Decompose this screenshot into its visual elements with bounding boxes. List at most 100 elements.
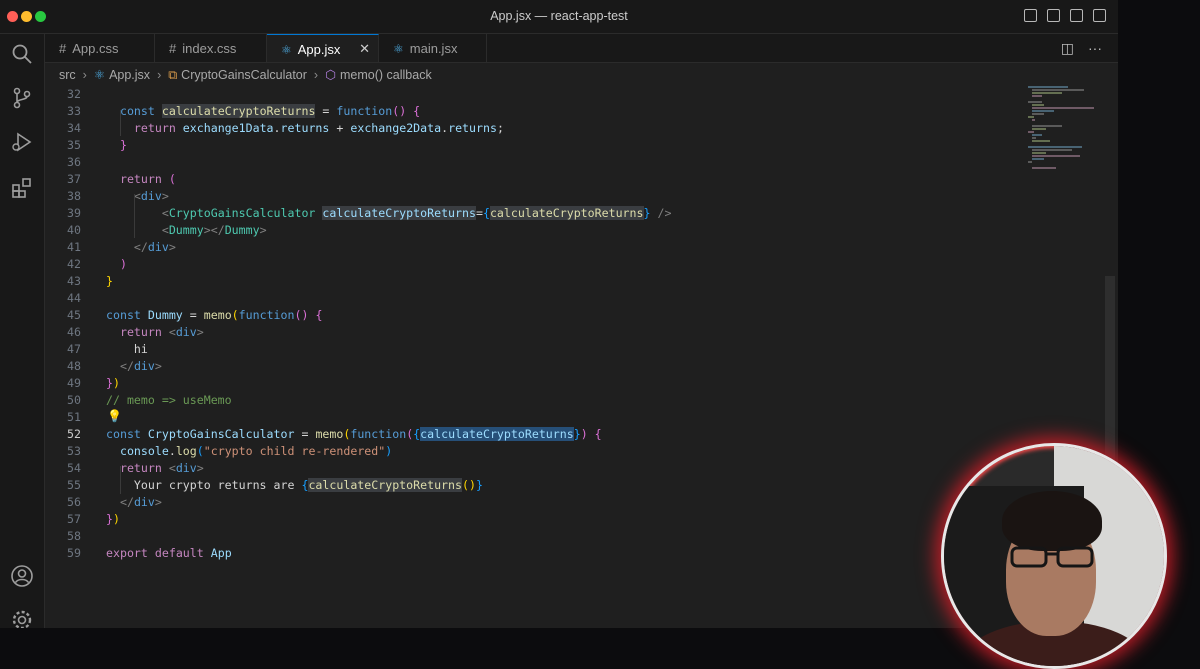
- tab-label: App.css: [72, 41, 119, 56]
- code-line: 50// memo => useMemo: [67, 393, 232, 407]
- code-line: 58: [67, 529, 81, 543]
- code-line: 42 ): [67, 257, 127, 271]
- minimap-line: [1032, 155, 1080, 157]
- code-line: 36: [67, 155, 81, 169]
- code-line: 48 </div>: [67, 359, 162, 373]
- breadcrumb-item-callback[interactable]: memo() callback: [340, 68, 432, 82]
- code-line-current: 52 const CryptoGainsCalculator = memo(fun…: [67, 427, 602, 441]
- minimap-line: [1032, 95, 1042, 97]
- code-line: 32: [67, 87, 81, 101]
- close-tab-icon[interactable]: ✕: [359, 41, 370, 57]
- code-line: 55 Your crypto returns are {calculateCry…: [67, 478, 483, 492]
- css-file-icon: #: [169, 41, 177, 56]
- code-line: 57}): [67, 512, 120, 526]
- minimap-line: [1032, 104, 1044, 106]
- minimap-line: [1032, 110, 1054, 112]
- css-file-icon: #: [59, 41, 67, 56]
- code-line: 37 return (: [67, 172, 176, 186]
- minimap-line: [1032, 125, 1062, 127]
- symbol-method-icon: ⬡: [325, 68, 337, 82]
- tab-app-jsx[interactable]: ⚛ App.jsx ✕: [267, 34, 379, 62]
- react-file-icon: ⚛: [393, 42, 404, 56]
- code-line: 53 console.log("crypto child re-rendered…: [67, 444, 393, 458]
- editor-actions: ◫ ···: [1061, 40, 1102, 57]
- more-actions-icon[interactable]: ···: [1088, 40, 1102, 57]
- run-debug-icon[interactable]: [10, 130, 34, 154]
- code-line: 49}): [67, 376, 120, 390]
- minimap-line: [1032, 107, 1094, 109]
- chevron-right-icon: ›: [82, 68, 87, 82]
- minimap-line: [1032, 134, 1042, 136]
- minimap-line: [1028, 86, 1068, 88]
- indent-guide: [120, 466, 121, 494]
- toggle-panel-icon[interactable]: [1047, 9, 1060, 22]
- editor-tabs: # App.css # index.css ⚛ App.jsx ✕ ⚛ main.jsx…: [45, 34, 1118, 63]
- react-file-icon: ⚛: [93, 68, 106, 82]
- chevron-right-icon: ›: [157, 68, 162, 82]
- tab-app-css[interactable]: # App.css: [45, 34, 155, 62]
- minimap-line: [1028, 146, 1082, 148]
- minimap-line: [1032, 137, 1036, 139]
- minimap-line: [1032, 152, 1046, 154]
- settings-icon[interactable]: [10, 608, 34, 628]
- breadcrumb-item-symbol[interactable]: CryptoGainsCalculator: [181, 68, 307, 82]
- code-line: 54 return <div>: [67, 461, 204, 475]
- code-line: 38 <div>: [67, 189, 169, 203]
- code-line: 40 <Dummy></Dummy>: [67, 223, 267, 237]
- code-line: 44: [67, 291, 81, 305]
- tab-label: index.css: [182, 41, 237, 56]
- minimap-line: [1032, 113, 1044, 115]
- toggle-primary-sidebar-icon[interactable]: [1024, 9, 1037, 22]
- code-line: 41 </div>: [67, 240, 176, 254]
- code-line: 56 </div>: [67, 495, 162, 509]
- indent-guide: [134, 194, 135, 238]
- toggle-secondary-sidebar-icon[interactable]: [1070, 9, 1083, 22]
- activity-bar: [0, 34, 45, 628]
- explorer-icon[interactable]: [10, 42, 34, 66]
- tab-main-jsx[interactable]: ⚛ main.jsx: [379, 34, 487, 62]
- customize-layout-icon[interactable]: [1093, 9, 1106, 22]
- breadcrumb-item-file[interactable]: App.jsx: [109, 68, 150, 82]
- minimap-line: [1028, 116, 1034, 118]
- split-editor-icon[interactable]: ◫: [1061, 40, 1074, 57]
- minimap[interactable]: [1028, 86, 1108, 176]
- tab-label: App.jsx: [297, 42, 341, 57]
- code-line: 46 return <div>: [67, 325, 204, 339]
- account-icon[interactable]: [10, 564, 34, 588]
- code-line: 47 hi: [67, 342, 148, 356]
- code-line: 59 export default App: [67, 546, 232, 560]
- code-line: 33 const calculateCryptoReturns = functi…: [67, 104, 421, 118]
- minimap-line: [1032, 167, 1056, 169]
- code-line: 35 }: [67, 138, 127, 152]
- layout-controls: [1024, 9, 1106, 22]
- code-line: 51 💡: [67, 408, 122, 425]
- react-file-icon: ⚛: [281, 43, 292, 57]
- window-title: App.jsx — react-app-test: [490, 9, 628, 23]
- code-line: 45 const Dummy = memo(function() {: [67, 308, 323, 322]
- tab-index-css[interactable]: # index.css: [155, 34, 267, 62]
- code-line: 39 <CryptoGainsCalculator calculateCrypt…: [67, 206, 672, 220]
- minimap-line: [1032, 92, 1062, 94]
- minimap-line: [1028, 101, 1042, 103]
- extensions-icon[interactable]: [10, 176, 34, 200]
- code-line: 43}: [67, 274, 113, 288]
- minimap-line: [1032, 149, 1072, 151]
- symbol-class-icon: ⧉: [168, 68, 178, 82]
- minimap-line: [1032, 140, 1050, 142]
- chevron-right-icon: ›: [313, 68, 319, 82]
- minimap-line: [1032, 158, 1044, 160]
- breadcrumb: src › ⚛ App.jsx › ⧉ CryptoGainsCalculator › ⬡ mem…: [45, 63, 1118, 85]
- minimap-line: [1032, 89, 1084, 91]
- minimap-line: [1028, 131, 1034, 133]
- title-bar: App.jsx — react-app-test: [0, 0, 1118, 34]
- presenter-webcam: [941, 443, 1167, 669]
- glasses-icon: [1010, 546, 1094, 568]
- minimap-line: [1028, 161, 1032, 163]
- tab-label: main.jsx: [409, 41, 458, 56]
- lightbulb-icon[interactable]: 💡: [107, 408, 122, 425]
- minimap-line: [1032, 128, 1046, 130]
- source-control-icon[interactable]: [10, 86, 34, 110]
- code-editor[interactable]: 32 33 const calculateCryptoReturns = fun…: [45, 86, 1025, 628]
- minimap-line: [1032, 119, 1035, 121]
- breadcrumb-item-src[interactable]: src: [59, 68, 76, 82]
